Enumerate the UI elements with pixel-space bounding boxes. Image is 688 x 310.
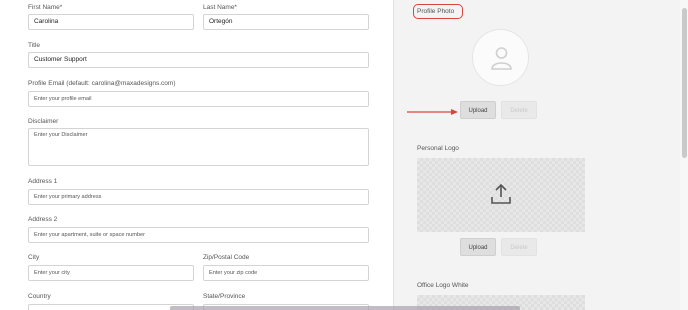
vertical-scrollbar[interactable]	[680, 0, 688, 310]
last-name-label: Last Name*	[203, 4, 237, 11]
title-input[interactable]: Customer Support	[28, 52, 369, 68]
office-logo-white-label: Office Logo White	[417, 282, 469, 289]
city-input[interactable]: Enter your city	[28, 265, 194, 281]
media-panel	[395, 0, 680, 310]
scrollbar-thumb[interactable]	[682, 8, 687, 158]
upload-icon	[490, 183, 512, 210]
profile-email-label: Profile Email (default: carolina@maxades…	[28, 80, 176, 87]
disclaimer-label: Disclaimer	[28, 118, 59, 125]
address2-label: Address 2	[28, 216, 58, 223]
profile-photo-label: Profile Photo	[417, 8, 455, 15]
address1-label: Address 1	[28, 178, 58, 185]
country-label: Country	[28, 293, 51, 300]
first-name-input[interactable]: Carolina	[28, 14, 194, 30]
city-label: City	[28, 254, 40, 261]
personal-logo-upload-button[interactable]: Upload	[460, 238, 496, 256]
profile-form: First Name* Carolina Last Name* Ortegón …	[0, 0, 394, 310]
zip-label: Zip/Postal Code	[203, 254, 250, 261]
last-name-input[interactable]: Ortegón	[203, 14, 369, 30]
bottom-bar	[170, 306, 520, 310]
red-arrow-icon	[407, 104, 459, 122]
title-label: Title	[28, 42, 41, 49]
disclaimer-textarea[interactable]: Enter your Disclaimer	[28, 128, 369, 166]
profile-photo-upload-button[interactable]: Upload	[460, 101, 496, 119]
profile-email-input[interactable]: Enter your profile email	[28, 91, 369, 107]
personal-logo-delete-button[interactable]: Delete	[501, 238, 537, 256]
profile-photo-delete-button[interactable]: Delete	[501, 101, 537, 119]
user-avatar-icon	[489, 45, 514, 76]
address2-input[interactable]: Enter your apartment, suite or space num…	[28, 227, 369, 243]
personal-logo-label: Personal Logo	[417, 145, 459, 152]
address1-input[interactable]: Enter your primary address	[28, 189, 369, 205]
zip-input[interactable]: Enter your zip code	[203, 265, 369, 281]
first-name-label: First Name*	[28, 4, 63, 11]
profile-photo-preview	[472, 29, 529, 86]
state-label: State/Province	[203, 293, 246, 300]
